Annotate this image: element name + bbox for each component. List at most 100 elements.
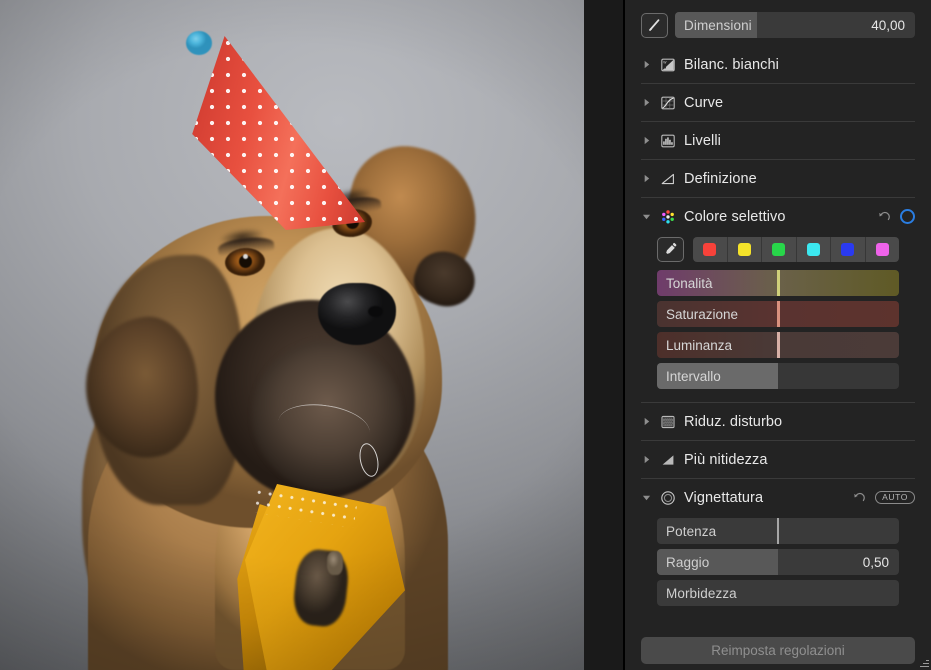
dog-photo [0, 0, 584, 670]
vignettatura-body: Potenza Raggio 0,50 Morbidezza [641, 516, 915, 617]
chevron-right-icon[interactable] [641, 136, 651, 145]
brush-size-slider[interactable]: Dimensioni 40,00 [675, 12, 915, 38]
slider-luminanza[interactable]: Luminanza [657, 332, 899, 358]
color-swatch-row [657, 237, 899, 262]
section-vignettatura: Vignettatura AUTO Potenza Raggio 0,50 Morbi… [625, 479, 931, 617]
sharpen-icon [659, 451, 676, 468]
resize-grip[interactable] [919, 658, 929, 668]
section-title: Vignettatura [684, 489, 764, 506]
section-header-definizione[interactable]: Definizione [641, 160, 915, 197]
section-riduz-disturbo: Riduz. disturbo [625, 403, 931, 440]
viewer-background [584, 0, 625, 670]
slider-label: Intervallo [666, 368, 721, 384]
section-curve: Curve [625, 84, 931, 121]
section-colore-selettivo: Colore selettivo Tonalità Saturazione Lu… [625, 198, 931, 402]
swatch-yellow[interactable] [728, 237, 762, 262]
slider-saturazione[interactable]: Saturazione [657, 301, 899, 327]
section-title: Più nitidezza [684, 451, 768, 468]
enabled-circle-icon[interactable] [900, 209, 915, 224]
collapsed-sections-lower: Riduz. disturbo Più nitidezza [625, 403, 931, 478]
svg-text:W: W [663, 60, 667, 64]
section-title: Bilanc. bianchi [684, 56, 779, 73]
swatch-green[interactable] [762, 237, 797, 262]
vignette-circle-icon [659, 489, 676, 506]
brush-size-row: Dimensioni 40,00 [625, 0, 931, 46]
swatch-magenta-chip [875, 243, 889, 256]
swatch-blue[interactable] [831, 237, 866, 262]
chevron-right-icon[interactable] [641, 174, 651, 183]
slider-intervallo[interactable]: Intervallo [657, 363, 899, 389]
slider-knob[interactable] [776, 332, 780, 358]
color-swatches[interactable] [693, 237, 899, 262]
section-header-bilanc-bianchi[interactable]: W Bilanc. bianchi [641, 46, 915, 83]
image-viewer[interactable] [0, 0, 625, 670]
brush-icon[interactable] [641, 12, 668, 38]
slider-knob[interactable] [777, 518, 779, 544]
curves-icon [659, 94, 676, 111]
slider-label: Morbidezza [666, 585, 737, 601]
section-livelli: Livelli [625, 122, 931, 159]
swatch-cyan-chip [806, 243, 820, 256]
section-bilanc-bianchi: W Bilanc. bianchi [625, 46, 931, 83]
slider-label: Raggio [666, 554, 710, 570]
swatch-yellow-chip [737, 243, 751, 256]
slider-morbidezza[interactable]: Morbidezza [657, 580, 899, 606]
swatch-magenta[interactable] [866, 237, 900, 262]
swatch-green-chip [772, 243, 786, 256]
swatch-red[interactable] [693, 237, 728, 262]
eyedropper-icon[interactable] [657, 237, 684, 262]
section-header-piu-nitidezza[interactable]: Più nitidezza [641, 441, 915, 478]
photo-vignette [0, 0, 584, 670]
chevron-down-icon[interactable] [641, 212, 651, 221]
chevron-down-icon[interactable] [641, 493, 651, 502]
chevron-right-icon[interactable] [641, 60, 651, 69]
section-definizione: Definizione [625, 160, 931, 197]
section-header-curve[interactable]: Curve [641, 84, 915, 121]
slider-potenza[interactable]: Potenza [657, 518, 899, 544]
auto-button[interactable]: AUTO [875, 490, 915, 505]
definition-icon [659, 170, 676, 187]
brush-size-label: Dimensioni [684, 17, 752, 33]
app-window: Dimensioni 40,00 W Bilanc. bianchi Curve Li… [0, 0, 931, 670]
slider-label: Potenza [666, 523, 717, 539]
section-title: Curve [684, 94, 724, 111]
swatch-blue-chip [841, 243, 855, 256]
noise-reduction-icon [659, 413, 676, 430]
section-title: Definizione [684, 170, 757, 187]
white-balance-icon: W [659, 56, 676, 73]
levels-icon [659, 132, 676, 149]
section-piu-nitidezza: Più nitidezza [625, 441, 931, 478]
section-title: Colore selettivo [684, 208, 786, 225]
section-tools [878, 209, 915, 224]
slider-raggio[interactable]: Raggio 0,50 [657, 549, 899, 575]
slider-tonalit[interactable]: Tonalità [657, 270, 899, 296]
collapsed-sections-upper: W Bilanc. bianchi Curve Livelli Definizione [625, 46, 931, 197]
selective-color-dots-icon [659, 208, 676, 225]
brush-size-value: 40,00 [871, 17, 905, 33]
reset-footer: Reimposta regolazioni [625, 617, 931, 664]
slider-value: 0,50 [862, 554, 889, 570]
slider-label: Luminanza [666, 337, 733, 353]
section-header-vignettatura[interactable]: Vignettatura AUTO [641, 479, 915, 516]
chevron-right-icon[interactable] [641, 417, 651, 426]
section-header-colore-selettivo[interactable]: Colore selettivo [641, 198, 915, 235]
section-title: Livelli [684, 132, 721, 149]
slider-knob[interactable] [776, 270, 780, 296]
adjustments-inspector: Dimensioni 40,00 W Bilanc. bianchi Curve Li… [625, 0, 931, 670]
reset-arrow-icon[interactable] [878, 210, 891, 223]
reset-adjustments-button[interactable]: Reimposta regolazioni [641, 637, 915, 664]
section-header-riduz-disturbo[interactable]: Riduz. disturbo [641, 403, 915, 440]
slider-label: Tonalità [666, 275, 713, 291]
chevron-right-icon[interactable] [641, 455, 651, 464]
selective-color-sliders: Tonalità Saturazione Luminanza Intervallo [657, 270, 899, 389]
slider-label: Saturazione [666, 306, 739, 322]
chevron-right-icon[interactable] [641, 98, 651, 107]
colore-selettivo-body: Tonalità Saturazione Luminanza Intervallo [641, 235, 915, 402]
swatch-red-chip [703, 243, 717, 256]
section-title: Riduz. disturbo [684, 413, 783, 430]
slider-knob[interactable] [776, 301, 780, 327]
reset-arrow-icon[interactable] [853, 491, 866, 504]
photo-preview[interactable] [0, 0, 584, 670]
swatch-cyan[interactable] [797, 237, 831, 262]
section-header-livelli[interactable]: Livelli [641, 122, 915, 159]
